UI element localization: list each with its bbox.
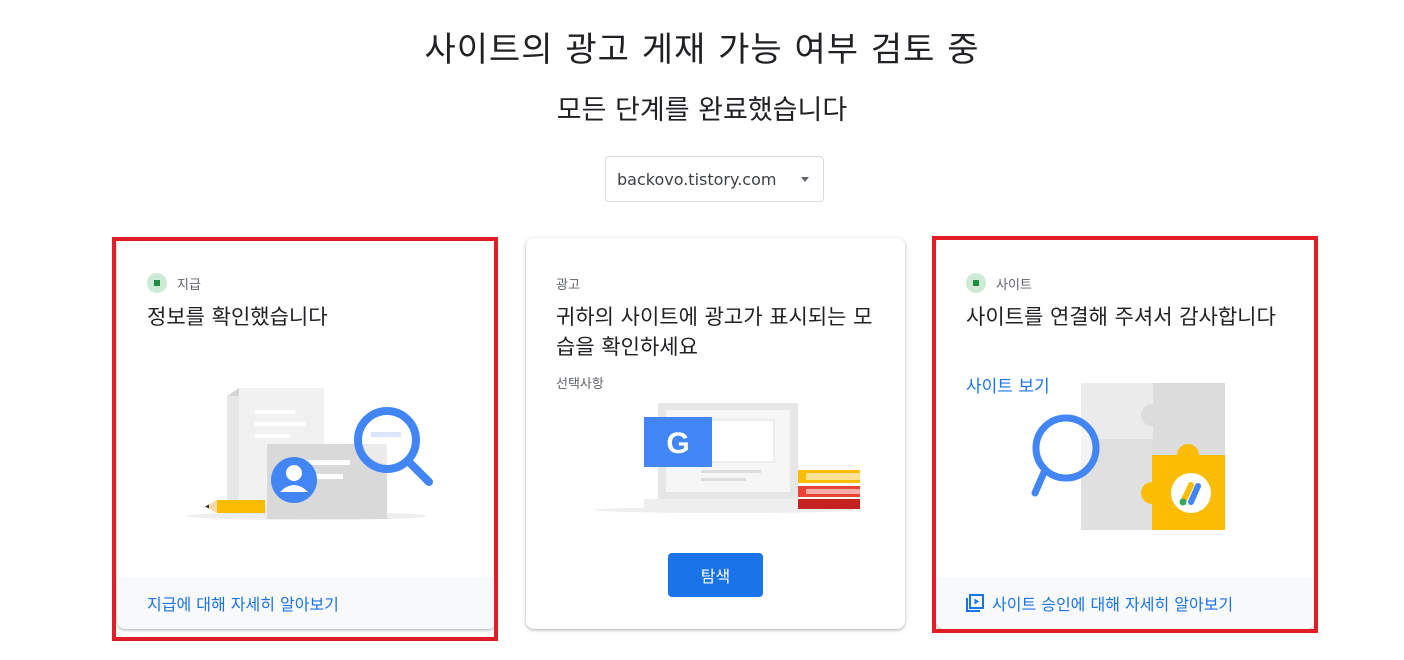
ads-preview-illustration-icon: G — [596, 403, 860, 513]
explore-button[interactable]: 탐색 — [668, 553, 763, 597]
optional-label: 선택사항 — [556, 377, 604, 392]
site-dropdown-value: backovo.tistory.com — [617, 169, 777, 189]
complete-check-icon — [966, 273, 986, 293]
payment-learn-more-link[interactable]: 지급에 대해 자세히 알아보기 — [117, 577, 496, 629]
illustration-letter: G — [666, 427, 689, 460]
site-card: 사이트 사이트를 연결해 주셔서 감사합니다 사이트 보기 사이트 승인에 대해… — [936, 238, 1315, 629]
complete-check-icon — [147, 273, 167, 293]
site-status-label: 사이트 — [996, 277, 1032, 293]
ads-card: 광고 귀하의 사이트에 광고가 표시되는 모습을 확인하세요 선택사항 G 탐색 — [526, 238, 905, 629]
ads-status-label: 광고 — [556, 278, 580, 293]
payment-status: 지급 — [147, 273, 201, 293]
site-dropdown[interactable]: backovo.tistory.com — [605, 156, 824, 202]
payment-learn-more-label: 지급에 대해 자세히 알아보기 — [147, 595, 339, 614]
payment-card: 지급 정보를 확인했습니다 지급에 대해 자세히 알아보기 — [117, 238, 496, 629]
site-heading: 사이트를 연결해 주셔서 감사합니다 — [966, 305, 1276, 329]
site-puzzle-illustration-icon — [1031, 383, 1225, 530]
payment-heading: 정보를 확인했습니다 — [147, 305, 328, 329]
page-title: 사이트의 광고 게재 가능 여부 검토 중 — [424, 30, 980, 70]
site-approval-learn-more-link[interactable]: 사이트 승인에 대해 자세히 알아보기 — [936, 577, 1315, 629]
site-approval-learn-more-label: 사이트 승인에 대해 자세히 알아보기 — [992, 595, 1234, 614]
ads-heading: 귀하의 사이트에 광고가 표시되는 모습을 확인하세요 — [556, 305, 873, 359]
ads-status: 광고 — [556, 274, 580, 293]
dropdown-caret-icon — [801, 177, 809, 182]
payment-illustration-icon — [187, 388, 433, 520]
page-subtitle: 모든 단계를 완료했습니다 — [556, 95, 848, 126]
site-status: 사이트 — [966, 273, 1032, 293]
payment-status-label: 지급 — [177, 277, 201, 293]
video-library-icon — [966, 594, 984, 612]
